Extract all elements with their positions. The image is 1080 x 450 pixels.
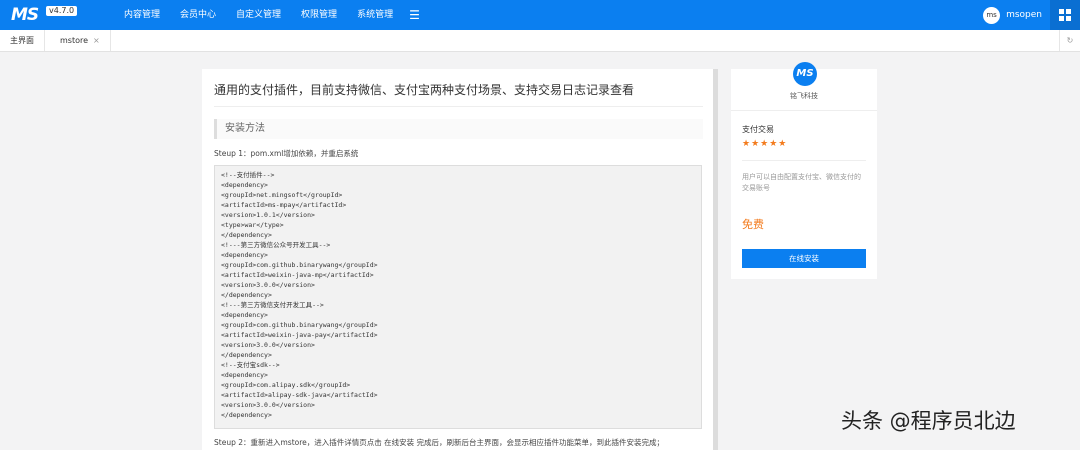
step-2-text: Steup 2：重新进入mstore，进入插件详情页点击 在线安装 完成后，刷新…	[214, 438, 665, 447]
code-line: </dependency>	[221, 411, 272, 419]
user-menu[interactable]: ms msopen	[983, 5, 1042, 25]
logo-text: MS	[11, 5, 39, 25]
nav-item-members[interactable]: 会员中心	[170, 0, 226, 30]
nav-item-custom[interactable]: 自定义管理	[226, 0, 291, 30]
code-line: <version>1.0.1</version>	[221, 211, 315, 219]
top-navbar: MS v4.7.0 内容管理 会员中心 自定义管理 权限管理 系统管理 ☰ ms…	[0, 0, 1080, 30]
code-line: <dependency>	[221, 251, 268, 259]
close-icon[interactable]: ×	[93, 36, 100, 45]
app-logo[interactable]: MS v4.7.0	[11, 5, 78, 25]
code-line: <!---第三方微信支付开发工具-->	[221, 301, 324, 309]
code-line: <dependency>	[221, 181, 268, 189]
code-line: <!--支付插件-->	[221, 171, 275, 179]
avatar: ms	[983, 6, 1001, 24]
divider	[731, 110, 877, 111]
code-block: <!--支付插件--> <dependency> <groupId>net.ming…	[214, 165, 702, 429]
plugin-info-card: MS 铭飞科技 支付交易 ★★★★★ 用户可以自由配置支付宝、微信支付的交易账号…	[731, 62, 877, 279]
divider	[742, 160, 866, 161]
nav-item-content[interactable]: 内容管理	[114, 0, 170, 30]
price-label: 免费	[742, 218, 764, 231]
code-line: <artifactId>weixin-java-pay</artifactId>	[221, 331, 378, 339]
rating-stars: ★★★★★	[742, 139, 788, 149]
company-logo: MS	[793, 62, 817, 86]
code-line: </dependency>	[221, 231, 272, 239]
menu-icon[interactable]: ☰	[403, 0, 426, 30]
nav-item-permissions[interactable]: 权限管理	[291, 0, 347, 30]
code-line: <artifactId>weixin-java-mp</artifactId>	[221, 271, 374, 279]
nav-item-system[interactable]: 系统管理	[347, 0, 403, 30]
code-line: <groupId>com.alipay.sdk</groupId>	[221, 381, 351, 389]
company-name: 铭飞科技	[790, 92, 818, 100]
tab-mstore-label: mstore	[60, 36, 89, 45]
step-1-text: Steup 1：pom.xml增加依赖，并重启系统	[214, 149, 359, 158]
tab-mstore[interactable]: mstore ×	[50, 30, 111, 51]
tab-bar: 主界面 mstore × ↻	[0, 30, 1080, 52]
section-heading: 安装方法	[214, 119, 265, 139]
code-line: <dependency>	[221, 311, 268, 319]
refresh-icon[interactable]: ↻	[1059, 30, 1080, 51]
code-line: <groupId>com.github.binarywang</groupId>	[221, 261, 378, 269]
divider	[214, 106, 703, 107]
tab-home[interactable]: 主界面	[0, 30, 45, 51]
code-line: <artifactId>ms-mpay</artifactId>	[221, 201, 347, 209]
user-name: msopen	[1006, 10, 1042, 20]
code-line: <version>3.0.0</version>	[221, 341, 315, 349]
scrollbar[interactable]	[713, 69, 718, 450]
code-line: <artifactId>alipay-sdk-java</artifactId>	[221, 391, 378, 399]
code-line: <type>war</type>	[221, 221, 284, 229]
code-line: <!--支付宝sdk-->	[221, 361, 280, 369]
install-button[interactable]: 在线安装	[742, 249, 866, 268]
plugin-name: 支付交易	[742, 125, 774, 134]
code-line: </dependency>	[221, 291, 272, 299]
plugin-description: 用户可以自由配置支付宝、微信支付的交易账号	[742, 173, 861, 192]
code-line: <dependency>	[221, 371, 268, 379]
apps-grid-button[interactable]	[1050, 0, 1080, 30]
code-line: </dependency>	[221, 351, 272, 359]
code-line: <version>3.0.0</version>	[221, 401, 315, 409]
code-line: <groupId>net.mingsoft</groupId>	[221, 191, 343, 199]
main-nav: 内容管理 会员中心 自定义管理 权限管理 系统管理 ☰	[114, 0, 426, 30]
code-line: <version>3.0.0</version>	[221, 281, 315, 289]
code-line: <!---第三方微信公众号开发工具-->	[221, 241, 331, 249]
code-line: <groupId>com.github.binarywang</groupId>	[221, 321, 378, 329]
page-title: 通用的支付插件，目前支持微信、支付宝两种支付场景、支持交易日志记录查看	[214, 83, 635, 97]
plugin-detail-panel: 通用的支付插件，目前支持微信、支付宝两种支付场景、支持交易日志记录查看 安装方法…	[202, 69, 713, 450]
version-badge: v4.7.0	[46, 6, 78, 16]
grid-icon	[1059, 9, 1071, 21]
watermark: 头条 @程序员北边	[841, 409, 1016, 433]
section-background	[214, 119, 703, 139]
